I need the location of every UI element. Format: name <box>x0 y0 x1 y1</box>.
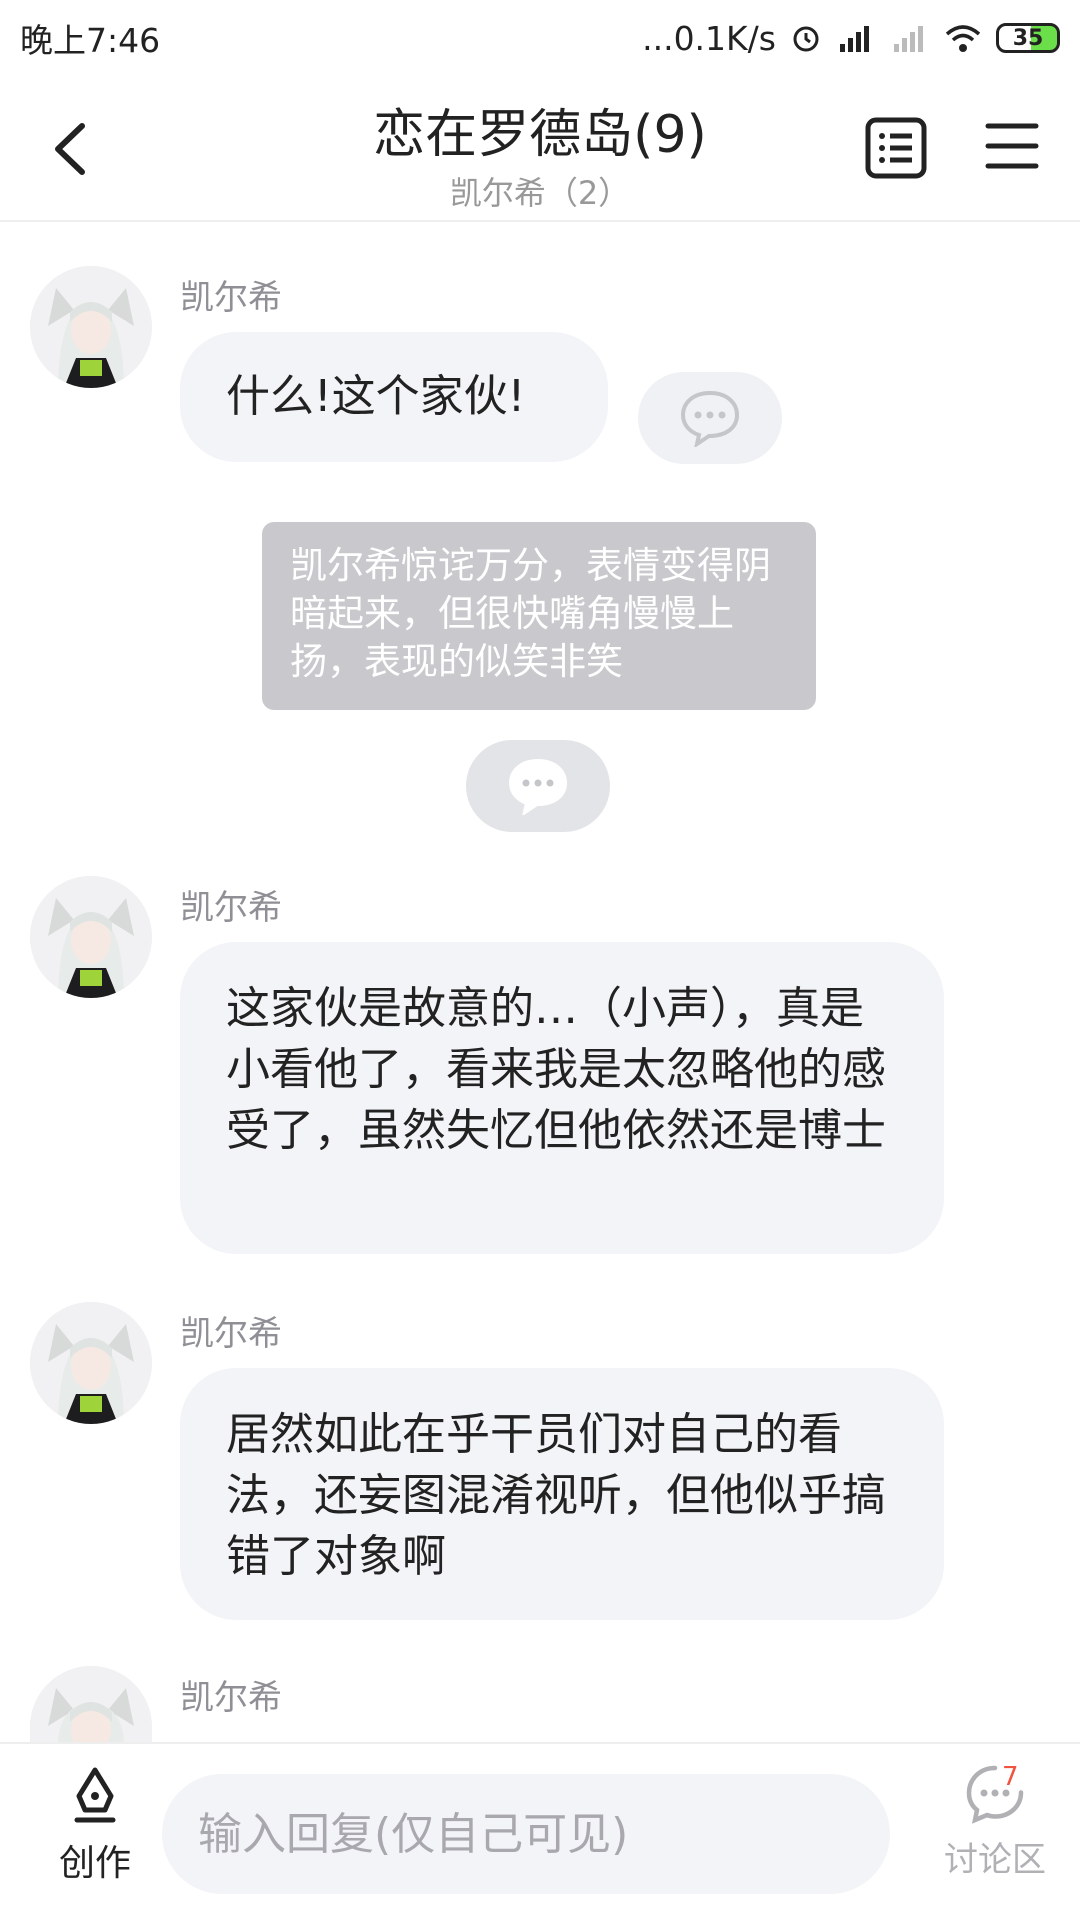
character-avatar-icon <box>30 266 152 388</box>
status-icons: ...0.1K/s 35 <box>642 19 1060 58</box>
hd-signal-icon <box>840 26 869 52</box>
status-time: 晚上7:46 <box>20 21 161 60</box>
message-text: 这家伙是故意的…（小声），真是小看他了，看来我是太忽略他的感受了，虽然失忆但他依… <box>226 983 886 1156</box>
message-text: 居然如此在乎干员们对自己的看法，还妄图混淆视听，但他似乎搞错了对象啊 <box>226 1409 886 1582</box>
signal-icon <box>894 26 923 52</box>
narration-box: 凯尔希惊诧万分，表情变得阴暗起来，但很快嘴角慢慢上扬，表现的似笑非笑 <box>262 522 816 710</box>
message-bubble: 这家伙是故意的…（小声），真是小看他了，看来我是太忽略他的感受了，虽然失忆但他依… <box>180 942 944 1254</box>
wifi-icon <box>945 25 981 52</box>
message-bubble: 居然如此在乎干员们对自己的看法，还妄图混淆视听，但他似乎搞错了对象啊 <box>180 1368 944 1620</box>
avatar[interactable] <box>30 1666 152 1742</box>
network-speed: ...0.1K/s <box>642 18 776 58</box>
chat-bubble-icon <box>680 390 740 447</box>
create-button[interactable]: 创作 <box>40 1766 150 1886</box>
reply-input[interactable] <box>162 1774 890 1894</box>
chat-bubble-icon <box>508 758 568 815</box>
discussion-button[interactable]: 7 讨论区 <box>920 1762 1070 1881</box>
comment-button[interactable] <box>638 372 782 464</box>
narration-text: 凯尔希惊诧万分，表情变得阴暗起来，但很快嘴角慢慢上扬，表现的似笑非笑 <box>290 544 771 683</box>
pen-nib-icon <box>74 1767 116 1823</box>
chat-header: 恋在罗德岛(9) 凯尔希（2） <box>0 76 1080 222</box>
character-avatar-icon <box>30 1302 152 1424</box>
alarm-icon <box>793 26 819 52</box>
battery-icon: 35 <box>996 23 1060 53</box>
bottom-bar: 创作 7 讨论区 <box>0 1742 1080 1920</box>
narration-comment-button[interactable] <box>466 740 610 832</box>
sender-name: 凯尔希 <box>180 1678 282 1718</box>
list-icon[interactable] <box>862 114 932 184</box>
avatar[interactable] <box>30 266 152 388</box>
sender-name: 凯尔希 <box>180 888 282 928</box>
avatar[interactable] <box>30 876 152 998</box>
status-bar: 晚上7:46 ...0.1K/s 35 <box>0 0 1080 76</box>
create-label: 创作 <box>58 1843 131 1884</box>
sender-name: 凯尔希 <box>180 278 282 318</box>
sender-name: 凯尔希 <box>180 1314 282 1354</box>
menu-icon[interactable] <box>982 116 1042 176</box>
message-bubble: 什么!这个家伙! <box>180 332 608 462</box>
avatar[interactable] <box>30 1302 152 1424</box>
discussion-label: 讨论区 <box>944 1840 1046 1880</box>
discussion-count-badge: 7 <box>1002 1762 1019 1792</box>
message-text: 什么!这个家伙! <box>226 371 526 422</box>
character-avatar-icon <box>30 1666 152 1742</box>
character-avatar-icon <box>30 876 152 998</box>
